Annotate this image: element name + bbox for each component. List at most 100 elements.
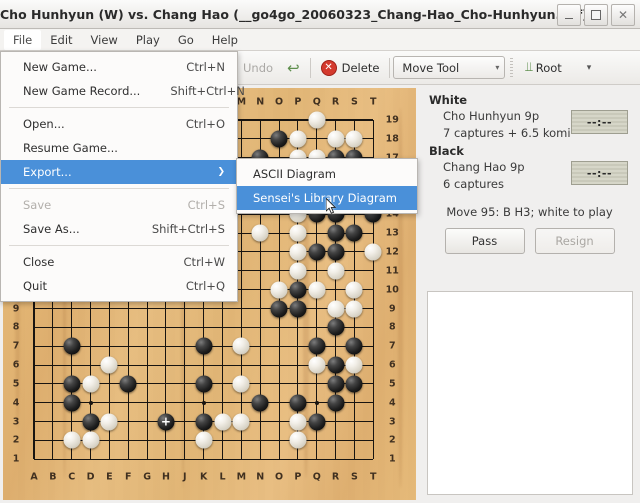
maximize-button[interactable] [584, 4, 608, 26]
black-stone[interactable] [289, 394, 307, 412]
white-stone[interactable] [345, 130, 363, 148]
board-coord-column-bottom: K [199, 471, 208, 483]
black-stone[interactable] [327, 243, 345, 261]
white-player-row: Cho Hunhyun 9p 7 captures + 6.5 komi --:… [427, 108, 632, 142]
undo-button[interactable]: Undo [236, 55, 280, 81]
delete-button[interactable]: ✕ Delete [314, 55, 387, 81]
white-stone[interactable] [289, 224, 307, 242]
black-stone[interactable] [63, 337, 81, 355]
black-stone[interactable] [345, 224, 363, 242]
white-stone[interactable] [289, 243, 307, 261]
black-stone[interactable] [327, 224, 345, 242]
resign-button[interactable]: Resign [534, 228, 615, 254]
white-stone[interactable] [195, 431, 213, 449]
white-stone[interactable] [345, 300, 363, 317]
menu-row-quit[interactable]: Quit Ctrl+Q [1, 274, 237, 298]
white-stone[interactable] [100, 356, 118, 374]
white-stone[interactable] [308, 111, 326, 129]
white-stone[interactable] [364, 243, 382, 261]
white-stone[interactable] [289, 130, 307, 148]
game-info-panel: White Cho Hunhyun 9p 7 captures + 6.5 ko… [419, 85, 640, 503]
board-coord-row-right: 13 [385, 227, 399, 239]
menu-item-play[interactable]: Play [127, 30, 169, 50]
menu-row-ascii-diagram[interactable]: ASCII Diagram [237, 162, 417, 186]
board-coord-column-bottom: N [256, 471, 265, 483]
black-stone[interactable] [63, 375, 81, 393]
black-stone[interactable] [251, 394, 269, 412]
last-move-stone[interactable]: + [157, 413, 175, 431]
white-stone[interactable] [270, 281, 288, 299]
black-stone[interactable] [119, 375, 137, 393]
menu-row-label: New Game... [23, 60, 97, 74]
white-stone[interactable] [251, 224, 269, 242]
toolbar-grip[interactable] [510, 57, 514, 78]
white-stone[interactable] [232, 375, 250, 393]
black-stone[interactable] [327, 318, 345, 336]
close-button[interactable]: ✕ [611, 4, 635, 26]
black-stone[interactable] [289, 281, 307, 299]
pass-button[interactable]: Pass [444, 228, 525, 254]
menu-row-new-game-record[interactable]: New Game Record... Shift+Ctrl+N [1, 79, 245, 103]
menu-row-open[interactable]: Open... Ctrl+O [1, 112, 237, 136]
white-stone[interactable] [82, 375, 100, 393]
root-navigation[interactable]: ⫫ Root ▾ [518, 55, 598, 81]
minimize-button[interactable] [557, 4, 581, 26]
window-title: Cho Hunhyun (W) vs. Chang Hao (__go4go_2… [0, 7, 588, 22]
white-stone[interactable] [232, 413, 250, 431]
menu-row-label: Open... [23, 117, 65, 131]
menu-row-label: Close [23, 255, 55, 269]
menu-item-file[interactable]: File [4, 29, 42, 50]
mouse-cursor [326, 198, 337, 214]
board-coord-column-bottom: F [125, 471, 132, 483]
black-stone[interactable] [195, 375, 213, 393]
menu-row-resume-game[interactable]: Resume Game... [1, 136, 237, 160]
comment-textarea[interactable] [427, 291, 633, 495]
board-coord-row-right: 3 [388, 416, 396, 428]
black-player-name: Chang Hao 9p [443, 160, 525, 174]
white-stone[interactable] [214, 413, 231, 431]
black-stone[interactable] [289, 300, 307, 317]
menu-item-help[interactable]: Help [203, 30, 247, 50]
white-stone[interactable] [289, 431, 307, 449]
board-coord-column-top: R [331, 96, 340, 108]
white-stone[interactable] [82, 431, 100, 449]
black-stone[interactable] [327, 375, 345, 393]
black-stone[interactable] [270, 130, 288, 148]
white-stone[interactable] [327, 262, 345, 280]
tool-select[interactable]: Move Tool ▾ [393, 56, 506, 79]
black-stone[interactable] [308, 243, 326, 261]
menu-row-close[interactable]: Close Ctrl+W [1, 250, 237, 274]
black-stone[interactable] [63, 394, 81, 412]
white-stone[interactable] [308, 356, 326, 374]
menu-row-save-as[interactable]: Save As... Shift+Ctrl+S [1, 217, 237, 241]
board-coord-row-right: 1 [388, 453, 396, 465]
menu-item-edit[interactable]: Edit [41, 30, 81, 50]
menu-row-export[interactable]: Export... ❯ [1, 160, 237, 184]
white-stone[interactable] [289, 413, 307, 431]
white-stone[interactable] [232, 337, 250, 355]
board-grid-line-horizontal [34, 326, 374, 328]
white-stone[interactable] [345, 356, 363, 374]
white-stone[interactable] [100, 413, 118, 431]
black-stone[interactable] [345, 337, 363, 355]
black-stone[interactable] [345, 375, 363, 393]
menu-item-go[interactable]: Go [169, 30, 203, 50]
black-stone[interactable] [308, 337, 326, 355]
redo-button[interactable]: ↪ [280, 55, 307, 81]
white-stone[interactable] [308, 281, 326, 299]
menu-row-new-game[interactable]: New Game... Ctrl+N [1, 55, 237, 79]
black-stone[interactable] [327, 356, 345, 374]
white-stone[interactable] [327, 130, 345, 148]
black-stone[interactable] [327, 394, 345, 412]
white-stone[interactable] [327, 300, 345, 317]
black-stone[interactable] [82, 413, 100, 431]
file-menu-popup: New Game... Ctrl+N New Game Record... Shift… [0, 51, 245, 302]
white-stone[interactable] [289, 262, 307, 280]
black-stone[interactable] [270, 300, 288, 317]
black-stone[interactable] [195, 413, 213, 431]
white-stone[interactable] [345, 281, 363, 299]
menu-item-view[interactable]: View [82, 30, 127, 50]
black-stone[interactable] [195, 337, 213, 355]
white-stone[interactable] [63, 431, 81, 449]
black-stone[interactable] [308, 413, 326, 431]
